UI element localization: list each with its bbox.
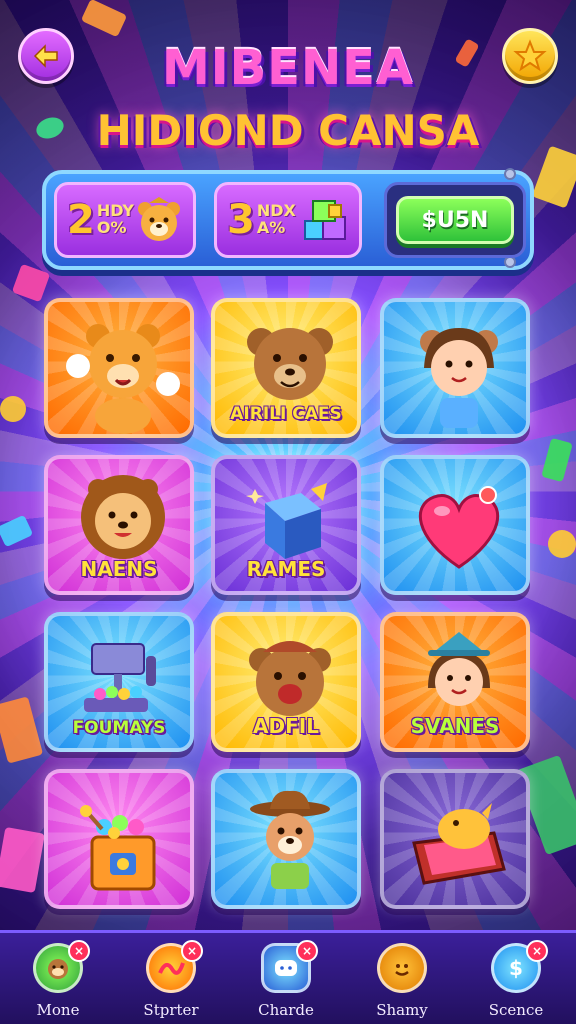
bear-face-icon — [138, 197, 180, 241]
grid-tile-1[interactable] — [44, 298, 194, 438]
cash-button[interactable]: $U5N — [396, 196, 514, 244]
nav-item-mone[interactable]: × Mone — [18, 940, 98, 1019]
game-title-line2: HIDIOND CANSA — [96, 106, 480, 155]
tile-label: SVANES — [410, 714, 500, 738]
bottom-nav: × Mone × Stprter × Charde Shamy $ × Scen… — [0, 930, 576, 1024]
nav-badge: × — [68, 940, 90, 962]
cowboy-dog-icon — [250, 790, 330, 889]
stat-box-1[interactable]: 2 HDY O% — [54, 182, 196, 258]
grid-tile-8[interactable]: ADFIL — [211, 612, 361, 752]
svg-text:$: $ — [509, 956, 523, 980]
grid-tile-2[interactable]: AIRILI CAES — [211, 298, 361, 438]
stat2-value: 3 — [227, 197, 255, 243]
heart-icon — [418, 486, 500, 569]
stat1-caption-bottom: O% — [96, 218, 127, 237]
stat1-value: 2 — [67, 197, 95, 243]
grid-tile-4[interactable]: NAENS — [44, 455, 194, 595]
nav-item-shamy[interactable]: Shamy — [362, 943, 442, 1019]
chat-icon: × — [261, 940, 318, 993]
confetti-piece — [548, 530, 576, 558]
nav-label: Mone — [36, 1001, 80, 1019]
stat-box-2[interactable]: 3 NDX A% — [214, 182, 362, 258]
nav-item-scence[interactable]: $ × Scence — [476, 940, 556, 1019]
grid-tile-7[interactable]: FOUMAYS — [44, 612, 194, 752]
grid-tile-9[interactable]: SVANES — [380, 612, 530, 752]
cash-button-frame: $U5N — [384, 182, 526, 258]
swirl-icon: × — [146, 940, 203, 993]
nav-item-stprter[interactable]: × Stprter — [131, 940, 211, 1019]
tile-label: AIRILI CAES — [230, 404, 342, 424]
treasure-box-icon — [80, 805, 156, 891]
tile-label: ADFIL — [253, 714, 319, 738]
stat2-caption: NDX A% — [256, 202, 296, 237]
game-title-line1: MIBENEA — [161, 40, 415, 96]
panel-bolt — [504, 168, 516, 180]
grid-tile-5[interactable]: RAMES — [211, 455, 361, 595]
stats-panel: 2 HDY O% 3 NDX A% $U5N — [42, 168, 534, 270]
confetti-piece — [0, 396, 26, 422]
grid-tile-10[interactable] — [44, 769, 194, 909]
grid-tile-11[interactable] — [211, 769, 361, 909]
tile-label: NAENS — [80, 557, 158, 581]
gift-cubes-icon — [304, 200, 346, 240]
nav-badge: × — [181, 940, 203, 962]
tile-label: RAMES — [246, 557, 326, 581]
grid-tile-12[interactable] — [380, 769, 530, 909]
smiley-icon — [377, 943, 427, 993]
stat1-caption: HDY O% — [96, 202, 134, 237]
grid-tile-3[interactable] — [380, 298, 530, 438]
chest-icon — [412, 803, 506, 885]
nav-item-charde[interactable]: × Charde — [246, 940, 326, 1019]
monkey-icon: × — [33, 940, 90, 993]
nav-label: Scence — [488, 1001, 544, 1019]
nav-label: Stprter — [143, 1001, 199, 1019]
nav-label: Shamy — [376, 1001, 428, 1019]
tile-label: FOUMAYS — [72, 718, 166, 738]
girl-bear-icon — [420, 328, 498, 428]
nav-badge: × — [296, 940, 318, 962]
grid-tile-6[interactable] — [380, 455, 530, 595]
dollar-icon: $ × — [491, 940, 548, 993]
nav-badge: × — [526, 940, 548, 962]
nav-label: Charde — [258, 1001, 314, 1019]
bear-waving-icon — [66, 324, 180, 434]
stat2-caption-bottom: A% — [256, 218, 286, 237]
